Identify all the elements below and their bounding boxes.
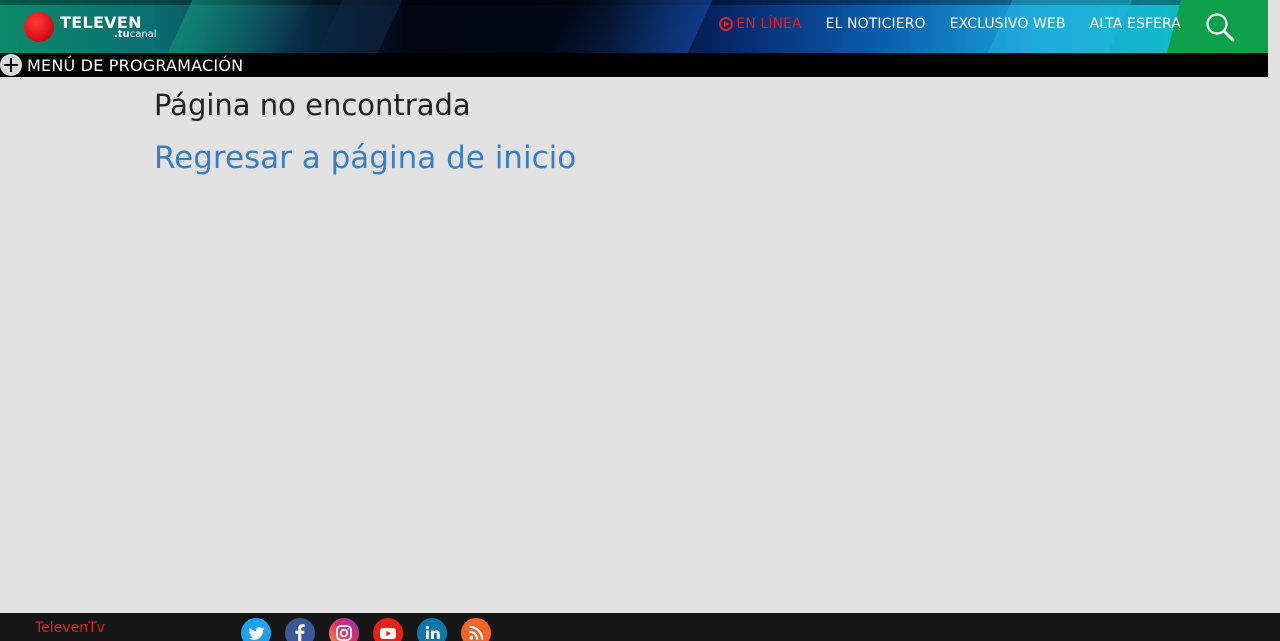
instagram-icon <box>336 625 352 641</box>
facebook-link[interactable] <box>285 618 315 641</box>
nav-item-label: EN LÍNEA <box>736 16 802 32</box>
program-menu-toggle[interactable]: MENÚ DE PROGRAMACIÓN <box>0 54 243 76</box>
site-header: TELEVEN .tucanal EN LÍNEA EL NOTICIERO E… <box>0 0 1268 53</box>
twitter-icon <box>249 627 265 640</box>
instagram-link[interactable] <box>329 618 359 641</box>
facebook-icon <box>295 624 305 641</box>
rss-icon <box>469 625 484 640</box>
twitter-link[interactable] <box>241 618 271 641</box>
nav-item-exclusivo-web[interactable]: EXCLUSIVO WEB <box>950 16 1066 32</box>
site-footer: TelevenTv <box>0 613 1280 641</box>
linkedin-icon <box>425 626 440 639</box>
logo-tagline: .tucanal <box>114 29 157 40</box>
nav-item-alta-esfera[interactable]: ALTA ESFERA <box>1090 16 1181 32</box>
plus-circle-icon <box>0 54 22 76</box>
play-circle-icon <box>719 17 734 31</box>
search-button[interactable] <box>1204 11 1236 43</box>
home-link[interactable]: Regresar a página de inicio <box>154 140 576 176</box>
linkedin-link[interactable] <box>417 618 447 641</box>
program-menu-label: MENÚ DE PROGRAMACIÓN <box>27 55 244 75</box>
footer-brand-link[interactable]: TelevenTv <box>35 620 105 636</box>
social-links <box>241 618 491 641</box>
nav-item-en-linea[interactable]: EN LÍNEA <box>719 16 802 32</box>
main-nav: EN LÍNEA EL NOTICIERO EXCLUSIVO WEB ALTA… <box>719 16 1181 32</box>
page-title: Página no encontrada <box>154 88 471 122</box>
youtube-link[interactable] <box>373 618 403 641</box>
header-stripe <box>317 0 403 53</box>
logo-tagline-prefix: .tu <box>114 29 130 40</box>
logo-ball-icon <box>24 12 54 42</box>
program-menu-bar: MENÚ DE PROGRAMACIÓN <box>0 53 1268 77</box>
rss-link[interactable] <box>461 618 491 641</box>
nav-item-el-noticiero[interactable]: EL NOTICIERO <box>826 16 926 32</box>
youtube-icon <box>380 628 396 639</box>
search-icon <box>1206 13 1235 42</box>
televen-logo[interactable]: TELEVEN .tucanal <box>24 12 164 44</box>
header-stripe <box>167 0 313 53</box>
header-stripe <box>547 0 713 53</box>
logo-tagline-suffix: canal <box>129 29 157 40</box>
